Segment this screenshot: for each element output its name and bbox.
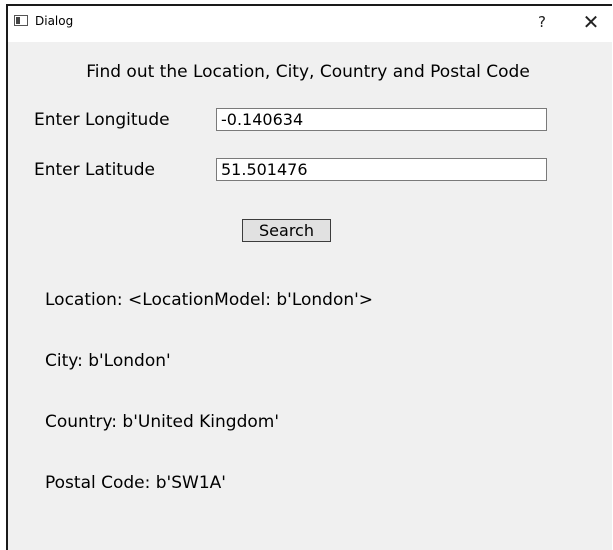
country-result: Country: b'United Kingdom' <box>45 412 280 432</box>
longitude-input[interactable]: -0.140634 <box>216 108 547 131</box>
title-bar[interactable]: Dialog ? ✕ <box>8 6 612 42</box>
postal-code-result: Postal Code: b'SW1A' <box>45 473 226 493</box>
latitude-label: Enter Latitude <box>34 160 156 180</box>
app-window-icon <box>14 15 28 26</box>
city-result: City: b'London' <box>45 351 171 371</box>
latitude-input[interactable]: 51.501476 <box>216 158 547 181</box>
search-button[interactable]: Search <box>242 219 331 242</box>
dialog-window: Dialog ? ✕ Find out the Location, City, … <box>6 4 612 550</box>
form-heading: Find out the Location, City, Country and… <box>86 62 530 82</box>
longitude-label: Enter Longitude <box>34 110 170 130</box>
close-button[interactable]: ✕ <box>576 11 606 33</box>
location-result: Location: <LocationModel: b'London'> <box>45 290 374 310</box>
window-title: Dialog <box>35 14 74 28</box>
help-button[interactable]: ? <box>532 11 552 33</box>
